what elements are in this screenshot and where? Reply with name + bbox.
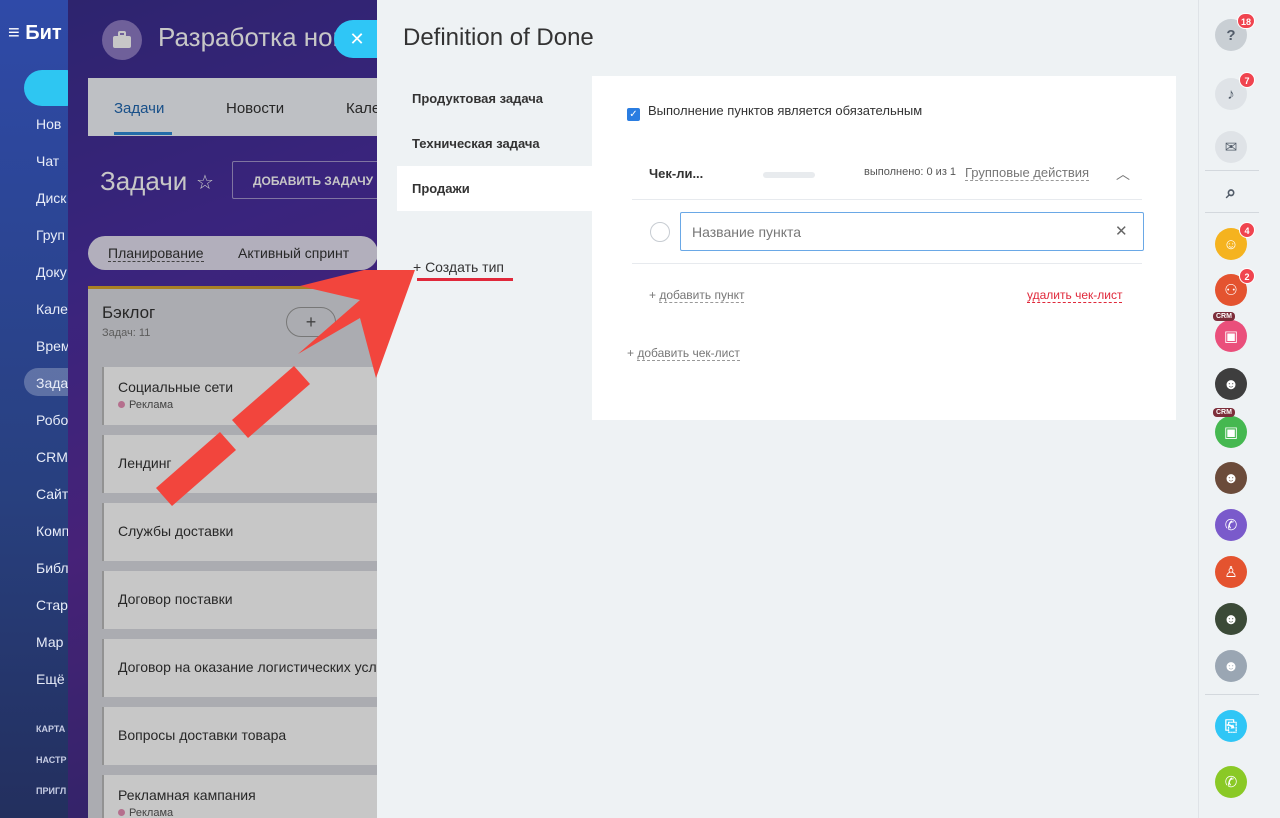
add-item-link[interactable]: + добавить пункт bbox=[649, 288, 745, 303]
chat-icon[interactable]: ✉ bbox=[1215, 131, 1247, 163]
bell-icon[interactable]: ♪ 7 bbox=[1215, 72, 1255, 110]
avatar-user[interactable]: ☺ 4 bbox=[1215, 222, 1255, 260]
group-actions-link[interactable]: Групповые действия bbox=[965, 165, 1090, 181]
checklist-progress-text: выполнено: 0 из 1 bbox=[864, 166, 957, 178]
nav-item[interactable]: Доку bbox=[36, 264, 67, 280]
highlight-underline bbox=[417, 278, 513, 281]
delete-checklist-link[interactable]: удалить чек-лист bbox=[1027, 288, 1123, 303]
nav-item[interactable]: Сайт bbox=[36, 486, 68, 502]
avatar-badge: 4 bbox=[1239, 222, 1255, 238]
notifications-badge: 7 bbox=[1239, 72, 1255, 88]
nav-item[interactable]: Чат bbox=[36, 153, 59, 169]
crm-chat-icon[interactable]: ▣ CRM bbox=[1213, 312, 1247, 352]
right-rail: ? 18 ♪ 7 ✉ ⌕ ☺ 4 ⚇ 2 ▣ CRM ☻ ▣ CRM ☻ ✆ ♙ ☻ ☻ ⎘… bbox=[1198, 0, 1280, 818]
nav-small-item[interactable]: НАСТР bbox=[36, 755, 67, 765]
type-sales[interactable]: Продажи bbox=[397, 166, 593, 211]
crm-chat-icon[interactable]: ▣ CRM bbox=[1213, 408, 1247, 448]
chevron-up-icon[interactable]: ︿ bbox=[1116, 164, 1130, 184]
nav-item[interactable]: Нов bbox=[36, 116, 61, 132]
close-icon: ✕ bbox=[349, 29, 365, 49]
checklist-header: Чек-ли... выполнено: 0 из 1 Групповые де… bbox=[632, 150, 1142, 200]
checklist-item-row: ✕ bbox=[632, 200, 1144, 264]
nav-item[interactable]: Ещё bbox=[36, 671, 65, 687]
search-pill[interactable] bbox=[24, 70, 70, 106]
dod-settings-panel: ✓ Выполнение пунктов является обязательны… bbox=[592, 76, 1176, 420]
checkbox-checked-icon[interactable]: ✓ bbox=[627, 108, 640, 121]
search-icon[interactable]: ⌕ bbox=[1215, 176, 1247, 208]
mandatory-checkbox[interactable]: ✓ Выполнение пунктов является обязательны… bbox=[627, 103, 922, 121]
create-type-link[interactable]: + Создать тип bbox=[413, 259, 504, 275]
nav-item[interactable]: Груп bbox=[36, 227, 65, 243]
add-item-label: добавить пункт bbox=[659, 288, 745, 303]
close-slider-button[interactable]: ✕ bbox=[334, 20, 380, 58]
nav-item[interactable]: Стар bbox=[36, 597, 68, 613]
type-technical-task[interactable]: Техническая задача bbox=[397, 121, 593, 166]
nav-item[interactable]: CRM bbox=[36, 449, 68, 465]
definition-of-done-slider: Definition of Done Продуктовая задача Те… bbox=[377, 0, 1198, 818]
clear-icon[interactable]: ✕ bbox=[1115, 222, 1128, 240]
type-product-task[interactable]: Продуктовая задача bbox=[397, 76, 593, 121]
app-sidebar: ≡ Бит Нов Чат Диск Груп Доку Кале Врем З… bbox=[0, 0, 70, 818]
nav-item[interactable]: Диск bbox=[36, 190, 66, 206]
nav-item[interactable]: Робо bbox=[36, 412, 68, 428]
project-page: Разработка нов Задачи Новости Кале Задач… bbox=[68, 0, 378, 818]
item-complete-circle[interactable] bbox=[650, 222, 670, 242]
screen-share-icon[interactable]: ⎘ bbox=[1215, 710, 1247, 742]
viber-icon[interactable]: ✆ bbox=[1215, 509, 1247, 541]
add-checklist-link[interactable]: + добавить чек-лист bbox=[627, 346, 740, 361]
nav-small-item[interactable]: КАРТА bbox=[36, 724, 65, 734]
nav-item[interactable]: Мар bbox=[36, 634, 63, 650]
checklist-name[interactable]: Чек-ли... bbox=[649, 166, 703, 181]
task-type-list: Продуктовая задача Техническая задача Пр… bbox=[397, 76, 593, 211]
help-icon[interactable]: ? 18 bbox=[1215, 13, 1255, 51]
nav-item-active[interactable]: Зада bbox=[36, 375, 68, 391]
nav-item[interactable]: Комп bbox=[36, 523, 69, 539]
avatar-user[interactable]: ☻ bbox=[1215, 462, 1247, 494]
item-name-input[interactable] bbox=[680, 212, 1144, 251]
avatar-badge: 2 bbox=[1239, 268, 1255, 284]
brand-label[interactable]: ≡ Бит bbox=[8, 22, 62, 45]
nav-item[interactable]: Библ bbox=[36, 560, 69, 576]
mandatory-label: Выполнение пунктов является обязательным bbox=[648, 103, 923, 118]
hamburger-icon[interactable]: ≡ bbox=[8, 22, 25, 44]
overlay-dim bbox=[68, 0, 378, 818]
nav-small-item[interactable]: ПРИГЛ bbox=[36, 786, 66, 796]
avatar-user[interactable]: ☻ bbox=[1215, 368, 1247, 400]
nav-item[interactable]: Кале bbox=[36, 301, 68, 317]
avatar-user[interactable]: ☻ bbox=[1215, 603, 1247, 635]
nav-item[interactable]: Врем bbox=[36, 338, 70, 354]
group-chat-icon[interactable]: ⚇ 2 bbox=[1215, 268, 1255, 306]
page-title: Definition of Done bbox=[403, 24, 594, 51]
crm-label: CRM bbox=[1213, 312, 1235, 321]
user-icon[interactable]: ♙ bbox=[1215, 556, 1247, 588]
crm-label: CRM bbox=[1213, 408, 1235, 417]
rail-divider bbox=[1205, 694, 1259, 695]
add-checklist-label: добавить чек-лист bbox=[637, 346, 740, 361]
help-badge: 18 bbox=[1236, 13, 1255, 29]
rail-divider bbox=[1205, 212, 1259, 213]
avatar-user[interactable]: ☻ bbox=[1215, 650, 1247, 682]
rail-divider bbox=[1205, 170, 1259, 171]
checklist-progress-bar bbox=[763, 172, 815, 178]
phone-icon[interactable]: ✆ bbox=[1215, 766, 1247, 798]
